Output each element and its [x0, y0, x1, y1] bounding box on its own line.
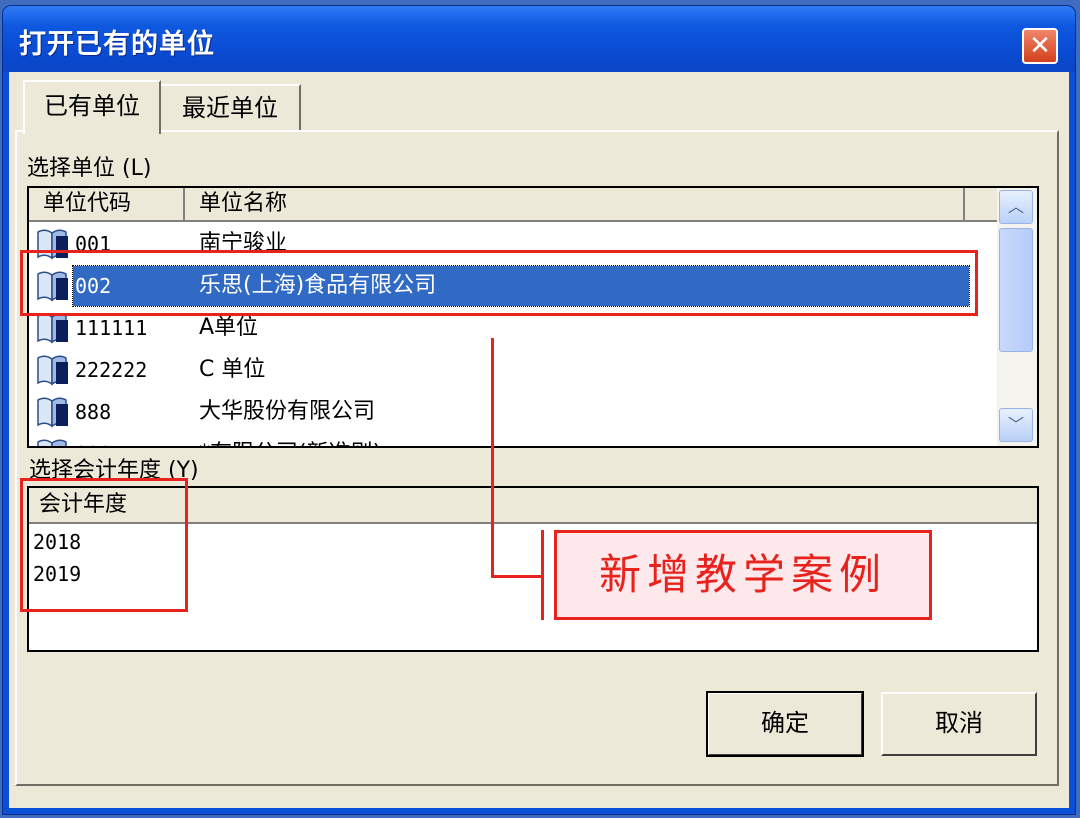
title-bar[interactable]: 打开已有的单位 ✕: [3, 6, 1075, 72]
column-header-unit-code[interactable]: 单位代码: [29, 188, 185, 222]
close-button[interactable]: ✕: [1022, 28, 1058, 64]
unit-code: 888: [75, 400, 112, 424]
unit-book-icon: [37, 313, 68, 344]
dialog-title: 打开已有的单位: [19, 29, 215, 60]
unit-name: *有限公司(新准则): [199, 434, 381, 446]
connector-bracket: [541, 530, 544, 620]
unit-code: 222222: [75, 358, 148, 382]
unit-book-icon: [37, 397, 68, 428]
connector-line-vertical: [491, 338, 494, 578]
column-header-unit-name[interactable]: 单位名称: [185, 188, 965, 222]
chevron-up-icon: ︿: [1007, 197, 1024, 216]
unit-code: 999: [75, 434, 111, 446]
unit-name: C 单位: [199, 357, 266, 382]
unit-name: 大华股份有限公司: [199, 399, 376, 424]
annotation-callout: 新增教学案例: [554, 530, 932, 620]
cancel-button[interactable]: 取消: [881, 692, 1037, 756]
highlight-fiscal-years: [20, 478, 188, 612]
column-header-empty: [965, 188, 999, 222]
unit-list-scrollbar[interactable]: ︿ ﹀: [997, 188, 1037, 446]
unit-list[interactable]: 单位代码 单位名称 001 南宁骏业 002 乐思(上海)食品有限公司 111111 A单…: [27, 186, 1039, 448]
select-unit-label: 选择单位 (L): [27, 156, 152, 181]
tab-recent-units[interactable]: 最近单位: [161, 84, 301, 130]
dialog-body: 已有单位 最近单位 选择单位 (L) 单位代码 单位名称 001 南宁骏业 002 乐…: [9, 72, 1069, 808]
table-row[interactable]: 999 *有限公司(新准则): [29, 434, 997, 446]
scroll-thumb[interactable]: [999, 228, 1033, 352]
table-row[interactable]: 222222 C 单位: [29, 350, 997, 390]
ok-button[interactable]: 确定: [706, 691, 864, 757]
scroll-up-button[interactable]: ︿: [999, 190, 1033, 224]
table-row[interactable]: 888 大华股份有限公司: [29, 392, 997, 432]
close-icon: ✕: [1029, 31, 1051, 61]
chevron-down-icon: ﹀: [1007, 415, 1024, 434]
unit-book-icon: [37, 355, 68, 386]
scroll-down-button[interactable]: ﹀: [999, 408, 1033, 442]
unit-book-icon: [37, 439, 67, 446]
connector-line-horizontal: [491, 575, 543, 578]
dialog-window: 打开已有的单位 ✕ 已有单位 最近单位 选择单位 (L) 单位代码 单位名称 0…: [3, 6, 1075, 814]
tab-existing-units[interactable]: 已有单位: [23, 80, 161, 134]
highlight-selected-unit: [20, 250, 978, 316]
